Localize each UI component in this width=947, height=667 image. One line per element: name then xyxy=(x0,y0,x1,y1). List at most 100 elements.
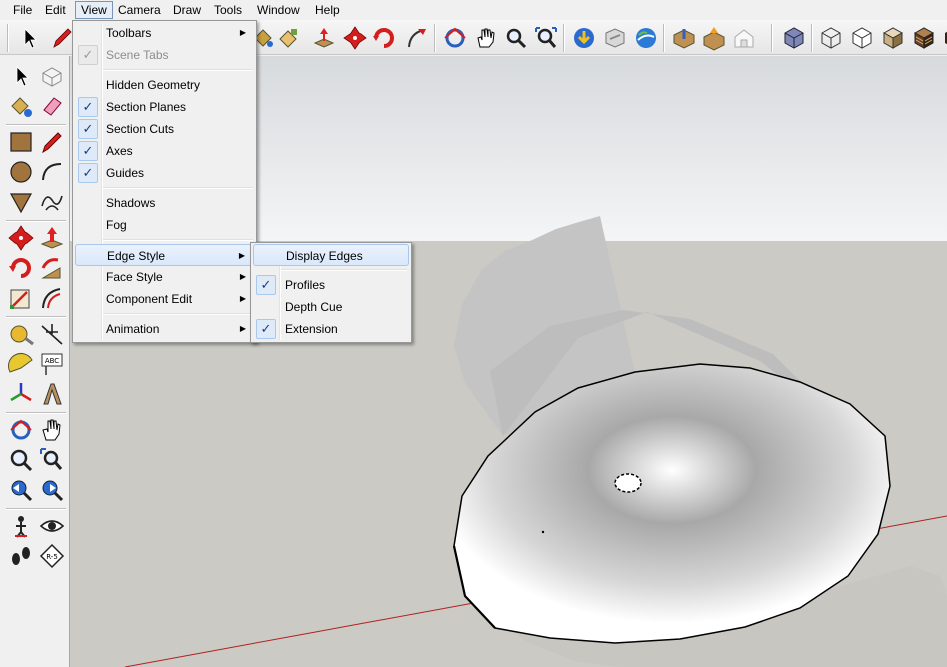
dimension-icon[interactable] xyxy=(38,320,66,348)
pencil-icon[interactable] xyxy=(48,25,74,51)
disk-center-hole xyxy=(614,473,642,493)
edge-style-item-depth-cue[interactable]: Depth Cue xyxy=(253,296,409,318)
wireframe-icon[interactable] xyxy=(818,25,844,51)
left-toolbar: ABC R-5 xyxy=(0,56,70,667)
select-icon[interactable] xyxy=(16,25,42,51)
svg-text:ABC: ABC xyxy=(45,357,59,365)
edge-style-item-display-edges[interactable]: Display Edges xyxy=(253,244,409,266)
menu-window[interactable]: Window xyxy=(252,1,305,19)
view-menu-item-hidden-geometry[interactable]: Hidden Geometry xyxy=(75,74,254,96)
rotate-icon[interactable] xyxy=(371,25,397,51)
look-around-icon[interactable] xyxy=(38,512,66,540)
menu-draw[interactable]: Draw xyxy=(168,1,206,19)
share-model-icon[interactable] xyxy=(602,25,628,51)
view-menu-item-fog[interactable]: Fog xyxy=(75,214,254,236)
arc-icon[interactable] xyxy=(38,158,66,186)
zoom-extents-icon[interactable] xyxy=(533,25,559,51)
follow-me-icon[interactable] xyxy=(38,254,66,282)
checkmark-icon: ✓ xyxy=(256,275,276,295)
section-plane-icon[interactable]: R-5 xyxy=(38,542,66,570)
components-icon[interactable] xyxy=(671,25,697,51)
push-pull-icon[interactable] xyxy=(311,25,337,51)
zoom-icon[interactable] xyxy=(503,25,529,51)
google-earth-icon[interactable] xyxy=(633,25,659,51)
edge-style-item-profiles[interactable]: ✓ Profiles xyxy=(253,274,409,296)
view-menu-item-toolbars[interactable]: Toolbars ▶ xyxy=(75,22,254,44)
view-menu-item-guides[interactable]: ✓ Guides xyxy=(75,162,254,184)
menu-view[interactable]: View xyxy=(75,1,113,19)
zoom-icon[interactable] xyxy=(7,446,35,474)
3d-text-icon[interactable] xyxy=(38,380,66,408)
submenu-arrow-icon: ▶ xyxy=(239,28,246,37)
checkmark-icon: ✓ xyxy=(78,141,98,161)
previous-icon[interactable] xyxy=(7,476,35,504)
submenu-arrow-icon: ▶ xyxy=(238,251,245,260)
menu-camera[interactable]: Camera xyxy=(113,1,166,19)
view-menu-item-face-style[interactable]: Face Style ▶ xyxy=(75,266,254,288)
edge-style-submenu: Display Edges ✓ Profiles Depth Cue ✓ Exten… xyxy=(250,242,412,343)
view-menu-item-section-planes[interactable]: ✓ Section Planes xyxy=(75,96,254,118)
axes-icon[interactable] xyxy=(7,380,35,408)
push-pull-icon[interactable] xyxy=(38,224,66,252)
submenu-arrow-icon: ▶ xyxy=(239,294,246,303)
rotate-icon[interactable] xyxy=(7,254,35,282)
checkmark-icon: ✓ xyxy=(78,119,98,139)
text-icon[interactable]: ABC xyxy=(38,350,66,378)
freehand-icon[interactable] xyxy=(38,188,66,216)
orbit-icon[interactable] xyxy=(7,416,35,444)
move-icon[interactable] xyxy=(342,25,368,51)
view-menu-item-section-cuts[interactable]: ✓ Section Cuts xyxy=(75,118,254,140)
protractor-icon[interactable] xyxy=(7,350,35,378)
toolbar-grip xyxy=(7,24,9,52)
menu-tools[interactable]: Tools xyxy=(209,1,247,19)
menu-bar: File Edit View Camera Draw Tools Window … xyxy=(0,0,947,20)
paint-bucket-icon[interactable] xyxy=(7,92,35,120)
polygon-icon[interactable] xyxy=(7,188,35,216)
walk-icon[interactable] xyxy=(7,542,35,570)
circle-icon[interactable] xyxy=(7,158,35,186)
scale-icon[interactable] xyxy=(7,284,35,312)
edge-style-item-extension[interactable]: ✓ Extension xyxy=(253,318,409,340)
menu-file[interactable]: File xyxy=(8,1,37,19)
eraser-icon[interactable] xyxy=(38,92,66,120)
offset-icon[interactable] xyxy=(38,284,66,312)
orbit-icon[interactable] xyxy=(442,25,468,51)
checkmark-icon: ✓ xyxy=(256,319,276,339)
move-icon[interactable] xyxy=(7,224,35,252)
view-menu-item-shadows[interactable]: Shadows xyxy=(75,192,254,214)
view-menu-item-axes[interactable]: ✓ Axes xyxy=(75,140,254,162)
menu-help[interactable]: Help xyxy=(310,1,345,19)
view-menu-item-edge-style[interactable]: Edge Style ▶ xyxy=(75,244,254,266)
shaded-icon[interactable] xyxy=(880,25,906,51)
submenu-arrow-icon: ▶ xyxy=(239,272,246,281)
svg-text:R-5: R-5 xyxy=(46,553,58,561)
hidden-line-icon[interactable] xyxy=(849,25,875,51)
position-camera-icon[interactable] xyxy=(7,512,35,540)
view-menu-item-scene-tabs: ✓ Scene Tabs xyxy=(75,44,254,66)
checkmark-icon: ✓ xyxy=(78,45,98,65)
zoom-window-icon[interactable] xyxy=(38,446,66,474)
next-icon[interactable] xyxy=(38,476,66,504)
follow-me-icon[interactable] xyxy=(404,25,430,51)
iso-view-icon[interactable] xyxy=(781,25,807,51)
textured-partial-icon[interactable] xyxy=(941,25,947,51)
upload-component-icon[interactable] xyxy=(701,25,727,51)
view-menu-item-component-edit[interactable]: Component Edit ▶ xyxy=(75,288,254,310)
select-icon[interactable] xyxy=(7,62,35,90)
rectangle-icon[interactable] xyxy=(7,128,35,156)
textured-icon[interactable] xyxy=(911,25,937,51)
disk-vertex-dot xyxy=(541,530,545,534)
get-models-icon[interactable] xyxy=(571,25,597,51)
view-menu-item-animation[interactable]: Animation ▶ xyxy=(75,318,254,340)
checkmark-icon: ✓ xyxy=(78,163,98,183)
view-menu-dropdown: Toolbars ▶ ✓ Scene Tabs Hidden Geometry ✓ S… xyxy=(72,20,257,343)
pan-icon[interactable] xyxy=(473,25,499,51)
checkmark-icon: ✓ xyxy=(78,97,98,117)
warehouse-icon[interactable] xyxy=(731,25,757,51)
line-icon[interactable] xyxy=(38,128,66,156)
pan-icon[interactable] xyxy=(38,416,66,444)
menu-edit[interactable]: Edit xyxy=(40,1,71,19)
tape-measure-icon[interactable] xyxy=(7,320,35,348)
paint-icon[interactable] xyxy=(276,25,302,51)
make-component-icon[interactable] xyxy=(38,62,66,90)
